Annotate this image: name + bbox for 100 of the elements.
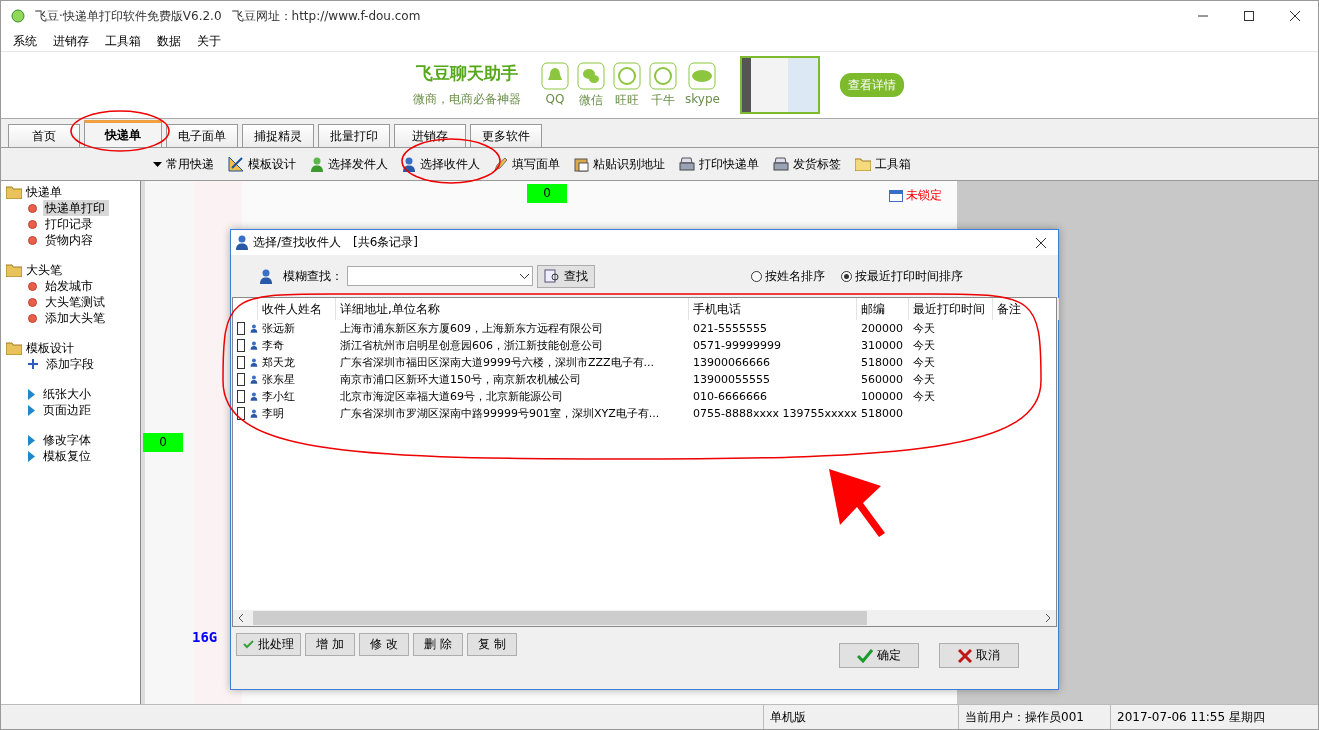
menu-item[interactable]: 工具箱 — [97, 31, 149, 51]
table-cell-text: 310000 — [860, 338, 904, 354]
counter-label: 0 — [143, 433, 183, 452]
counter-label: 0 — [527, 184, 567, 203]
sort-radio[interactable]: 按最近打印时间排序 — [841, 267, 963, 285]
status-text: 当前用户：操作员001 — [958, 705, 1110, 729]
checkbox[interactable] — [237, 390, 246, 403]
dot-icon — [28, 235, 37, 245]
column-header[interactable]: 备注 — [993, 298, 1059, 320]
table-cell-text: 今天 — [912, 338, 936, 354]
tab[interactable]: 更多软件 — [470, 124, 542, 147]
close-icon — [1036, 237, 1046, 248]
window-icon — [889, 189, 903, 202]
sidebar-item[interactable]: 添加大头笔 — [43, 310, 109, 326]
action-button[interactable]: 复 制 — [467, 633, 517, 656]
toolbar-button[interactable]: 常用快递 — [153, 155, 214, 173]
sidebar-item[interactable]: 添加字段 — [44, 356, 98, 372]
checkbox[interactable] — [237, 407, 246, 420]
sidebar-item[interactable]: 大头笔测试 — [43, 294, 109, 310]
app-label: 旺旺 — [615, 91, 639, 109]
toolbar-button[interactable]: 选择收件人 — [402, 155, 480, 173]
sidebar-item[interactable]: 打印记录 — [43, 216, 97, 232]
table-cell-text: 518000 — [860, 355, 904, 371]
triangle-icon — [28, 450, 35, 462]
toolbar-button[interactable]: 模板设计 — [228, 155, 296, 173]
folder-icon — [855, 157, 871, 171]
app-logo-icon — [11, 9, 25, 23]
sidebar-item[interactable]: 纸张大小 — [41, 386, 95, 402]
group-label[interactable]: 大头笔 — [26, 261, 62, 279]
tab[interactable]: 快递单 — [84, 120, 162, 147]
toolbar-button[interactable]: 打印快递单 — [679, 155, 759, 173]
sidebar-item[interactable]: 始发城市 — [43, 278, 97, 294]
column-header[interactable]: 最近打印时间 — [909, 298, 993, 320]
menu-item[interactable]: 数据 — [149, 31, 189, 51]
checkbox[interactable] — [237, 373, 246, 386]
search-button[interactable]: 查找 — [537, 264, 595, 288]
group-label[interactable]: 模板设计 — [26, 339, 74, 357]
sidebar-item[interactable]: 模板复位 — [41, 448, 95, 464]
app-label: 微信 — [579, 91, 603, 109]
check-icon — [857, 648, 873, 663]
column-header[interactable]: 邮编 — [857, 298, 909, 320]
table-cell-text: 0755-8888xxxx 139755xxxxx — [692, 406, 857, 422]
pencil-icon — [494, 157, 508, 171]
triangle-icon — [28, 434, 35, 446]
sidebar-item[interactable]: 页面边距 — [41, 402, 95, 418]
action-button[interactable]: 增 加 — [305, 633, 355, 656]
column-header[interactable]: 手机电话 — [689, 298, 857, 320]
ok-button[interactable]: 确定 — [839, 643, 919, 668]
sidebar-item[interactable]: 货物内容 — [43, 232, 97, 248]
status-text: 2017-07-06 11:55 星期四 — [1110, 705, 1300, 729]
action-button[interactable]: 删 除 — [413, 633, 463, 656]
column-header[interactable]: 详细地址,单位名称 — [336, 298, 689, 320]
field-text: 16G — [192, 629, 218, 645]
checkbox[interactable] — [237, 356, 246, 369]
horizontal-scrollbar[interactable] — [233, 610, 1056, 626]
app-label: 千牛 — [651, 91, 675, 109]
table-cell-text: 今天 — [912, 355, 936, 371]
search-label: 模糊查找： — [283, 267, 343, 285]
action-button[interactable]: 修 改 — [359, 633, 409, 656]
tab[interactable]: 电子面单 — [166, 124, 238, 147]
printer-icon — [773, 157, 789, 171]
toolbar-button[interactable]: 工具箱 — [855, 155, 911, 173]
table-cell-text: 郑天龙 — [261, 355, 296, 371]
printer-icon — [679, 157, 695, 171]
folder-icon — [6, 185, 22, 199]
menu-item[interactable]: 进销存 — [45, 31, 97, 51]
table-cell-text: 李明 — [261, 406, 285, 422]
status-text: 单机版 — [763, 705, 958, 729]
menu-item[interactable]: 系统 — [5, 31, 45, 51]
sort-radio[interactable]: 按姓名排序 — [751, 267, 825, 285]
checkbox[interactable] — [237, 339, 246, 352]
lock-status[interactable]: 未锁定 — [906, 187, 942, 204]
toolbar-button[interactable]: 粘贴识别地址 — [574, 155, 665, 173]
group-label[interactable]: 快递单 — [26, 183, 62, 201]
tab[interactable]: 捕捉精灵 — [242, 124, 314, 147]
cancel-button[interactable]: 取消 — [939, 643, 1019, 668]
table-cell-text: 518000 — [860, 406, 904, 422]
folder-icon — [6, 263, 22, 277]
sidebar-item[interactable]: 修改字体 — [41, 432, 95, 448]
toolbar-button[interactable]: 发货标签 — [773, 155, 841, 173]
tab[interactable]: 进销存 — [394, 124, 466, 147]
tab[interactable]: 批量打印 — [318, 124, 390, 147]
action-button[interactable]: 批处理 — [236, 633, 301, 656]
table-cell-text: 13900066666 — [692, 355, 771, 371]
table-cell-text: 010-6666666 — [692, 389, 768, 405]
column-header[interactable]: 收件人姓名 — [258, 298, 336, 320]
table-cell-text: 13900055555 — [692, 372, 771, 388]
sidebar-item[interactable]: 快递单打印 — [43, 200, 109, 216]
table-cell-text: 上海市浦东新区东方厦609，上海新东方远程有限公司 — [339, 321, 604, 337]
toolbar-button[interactable]: 填写面单 — [494, 155, 560, 173]
annotation-arrow — [829, 469, 885, 537]
folder-icon — [6, 341, 22, 355]
toolbar-button[interactable]: 选择发件人 — [310, 155, 388, 173]
checkbox[interactable] — [237, 322, 246, 335]
maximize-icon — [1244, 11, 1254, 21]
menu-item[interactable]: 关于 — [189, 31, 229, 51]
tab[interactable]: 首页 — [8, 124, 80, 147]
table-cell-text: 李奇 — [261, 338, 285, 354]
search-field[interactable] — [347, 266, 533, 286]
table-cell-text: 今天 — [912, 321, 936, 337]
